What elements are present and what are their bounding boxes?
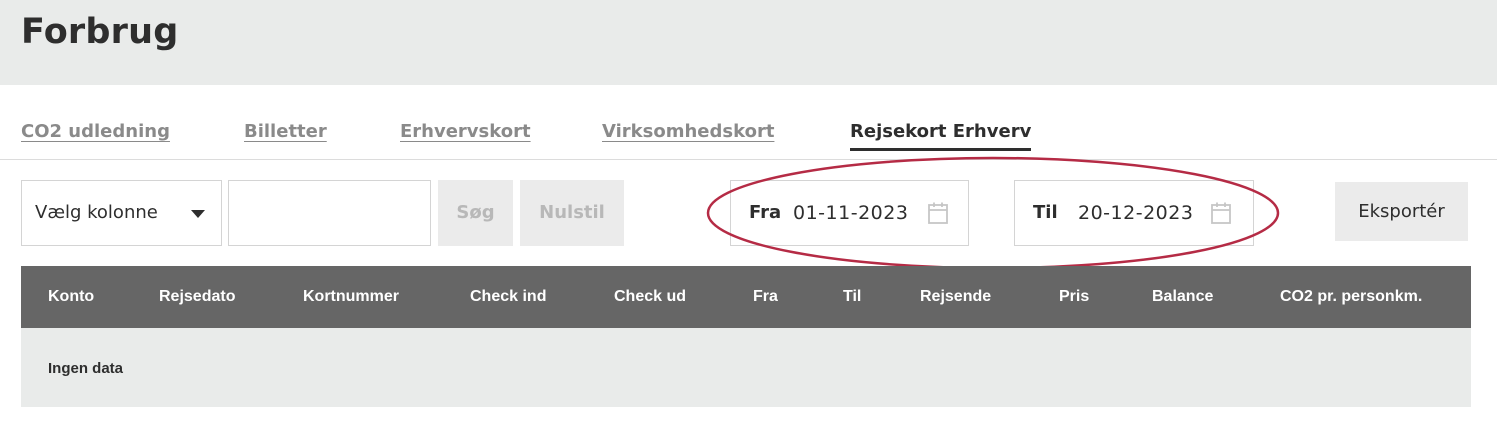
column-header-co2-pr-personkm[interactable]: CO2 pr. personkm. bbox=[1280, 288, 1422, 306]
date-range-highlight-oval bbox=[706, 156, 1280, 270]
export-button[interactable]: Eksportér bbox=[1335, 182, 1468, 241]
empty-table-message: Ingen data bbox=[48, 360, 124, 377]
search-field[interactable] bbox=[228, 180, 431, 246]
tab-co2-udledning[interactable]: CO2 udledning bbox=[21, 121, 170, 142]
column-select[interactable]: Vælg kolonne bbox=[21, 180, 222, 246]
tab-virksomhedskort[interactable]: Virksomhedskort bbox=[602, 121, 774, 142]
tab-erhvervskort[interactable]: Erhvervskort bbox=[400, 121, 531, 142]
reset-button[interactable]: Nulstil bbox=[520, 180, 624, 246]
tab-rejsekort-erhverv[interactable]: Rejsekort Erhverv bbox=[850, 121, 1032, 151]
column-header-check-ud[interactable]: Check ud bbox=[614, 288, 686, 306]
column-header-pris[interactable]: Pris bbox=[1059, 288, 1089, 306]
table-header: Konto Rejsedato Kortnummer Check ind Che… bbox=[21, 266, 1471, 328]
page-header: Forbrug bbox=[0, 0, 1497, 85]
search-input[interactable] bbox=[229, 181, 430, 245]
column-header-rejsende[interactable]: Rejsende bbox=[920, 288, 991, 306]
column-header-kortnummer[interactable]: Kortnummer bbox=[303, 288, 399, 306]
column-header-konto[interactable]: Konto bbox=[48, 288, 94, 306]
column-header-rejsedato[interactable]: Rejsedato bbox=[159, 288, 235, 306]
tab-bar: CO2 udledning Billetter Erhvervskort Vir… bbox=[0, 85, 1497, 160]
column-select-value: Vælg kolonne bbox=[35, 202, 158, 223]
column-header-check-ind[interactable]: Check ind bbox=[470, 288, 546, 306]
table-body: Ingen data bbox=[21, 328, 1471, 407]
tab-billetter[interactable]: Billetter bbox=[244, 121, 327, 142]
page-title: Forbrug bbox=[21, 12, 179, 52]
column-header-til[interactable]: Til bbox=[843, 288, 861, 306]
search-button[interactable]: Søg bbox=[438, 180, 513, 246]
column-header-fra[interactable]: Fra bbox=[753, 288, 778, 306]
caret-down-icon bbox=[191, 210, 205, 218]
column-header-balance[interactable]: Balance bbox=[1152, 288, 1213, 306]
